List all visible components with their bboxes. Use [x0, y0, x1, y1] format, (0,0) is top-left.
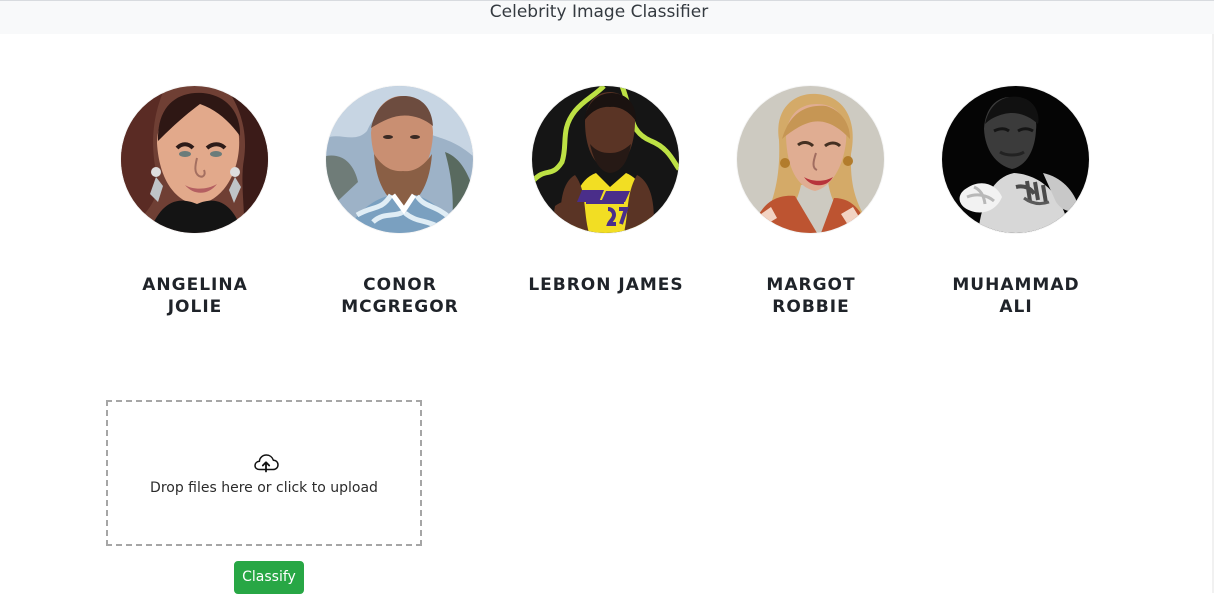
margot-robbie-photo[interactable] [737, 86, 884, 233]
celebrity-name-line-1: MUHAMMAD [952, 275, 1080, 295]
celebrity-card-margot-robbie[interactable]: MARGOT ROBBIE [716, 86, 906, 326]
celebrity-card-angelina-jolie[interactable]: ANGELINA JOLIE [100, 86, 290, 326]
celebrity-name-line-1: MARGOT [766, 275, 856, 295]
celebrity-gallery: ANGELINA JOLIE CONOR MCGREGOR LEBRON JAM… [0, 86, 1214, 326]
conor-mcgregor-photo[interactable] [326, 86, 473, 233]
muhammad-ali-portrait-icon [942, 86, 1089, 233]
margot-robbie-portrait-icon [737, 86, 884, 233]
celebrity-name: CONOR MCGREGOR [305, 274, 495, 318]
top-navbar: Celebrity Image Classifier [0, 0, 1214, 34]
celebrity-card-lebron-james[interactable]: LEBRON JAMES [511, 86, 701, 326]
celebrity-name-line-2: MCGREGOR [341, 297, 459, 317]
muhammad-ali-photo[interactable] [942, 86, 1089, 233]
celebrity-name-line-1: CONOR [363, 275, 437, 295]
celebrity-name-line-2: JOLIE [167, 297, 223, 317]
upload-instructions: Drop files here or click to upload [150, 480, 378, 496]
lebron-james-photo[interactable] [532, 86, 679, 233]
celebrity-name-line-2: ALI [999, 297, 1033, 317]
file-upload-dropzone[interactable]: Drop files here or click to upload [106, 400, 422, 546]
classify-button[interactable]: Classify [234, 561, 304, 594]
app-title: Celebrity Image Classifier [489, 2, 709, 22]
cloud-upload-icon [254, 454, 279, 473]
angelina-jolie-portrait-icon [121, 86, 268, 233]
celebrity-name-line-1: LEBRON JAMES [528, 275, 684, 295]
celebrity-card-muhammad-ali[interactable]: MUHAMMAD ALI [921, 86, 1111, 326]
celebrity-card-conor-mcgregor[interactable]: CONOR MCGREGOR [305, 86, 495, 326]
celebrity-name: ANGELINA JOLIE [100, 274, 290, 318]
conor-mcgregor-portrait-icon [326, 86, 473, 233]
celebrity-name: LEBRON JAMES [511, 274, 701, 296]
angelina-jolie-photo[interactable] [121, 86, 268, 233]
celebrity-name: MARGOT ROBBIE [716, 274, 906, 318]
lebron-james-portrait-icon [532, 86, 679, 233]
celebrity-name-line-1: ANGELINA [142, 275, 248, 295]
celebrity-name-line-2: ROBBIE [772, 297, 850, 317]
celebrity-name: MUHAMMAD ALI [921, 274, 1111, 318]
